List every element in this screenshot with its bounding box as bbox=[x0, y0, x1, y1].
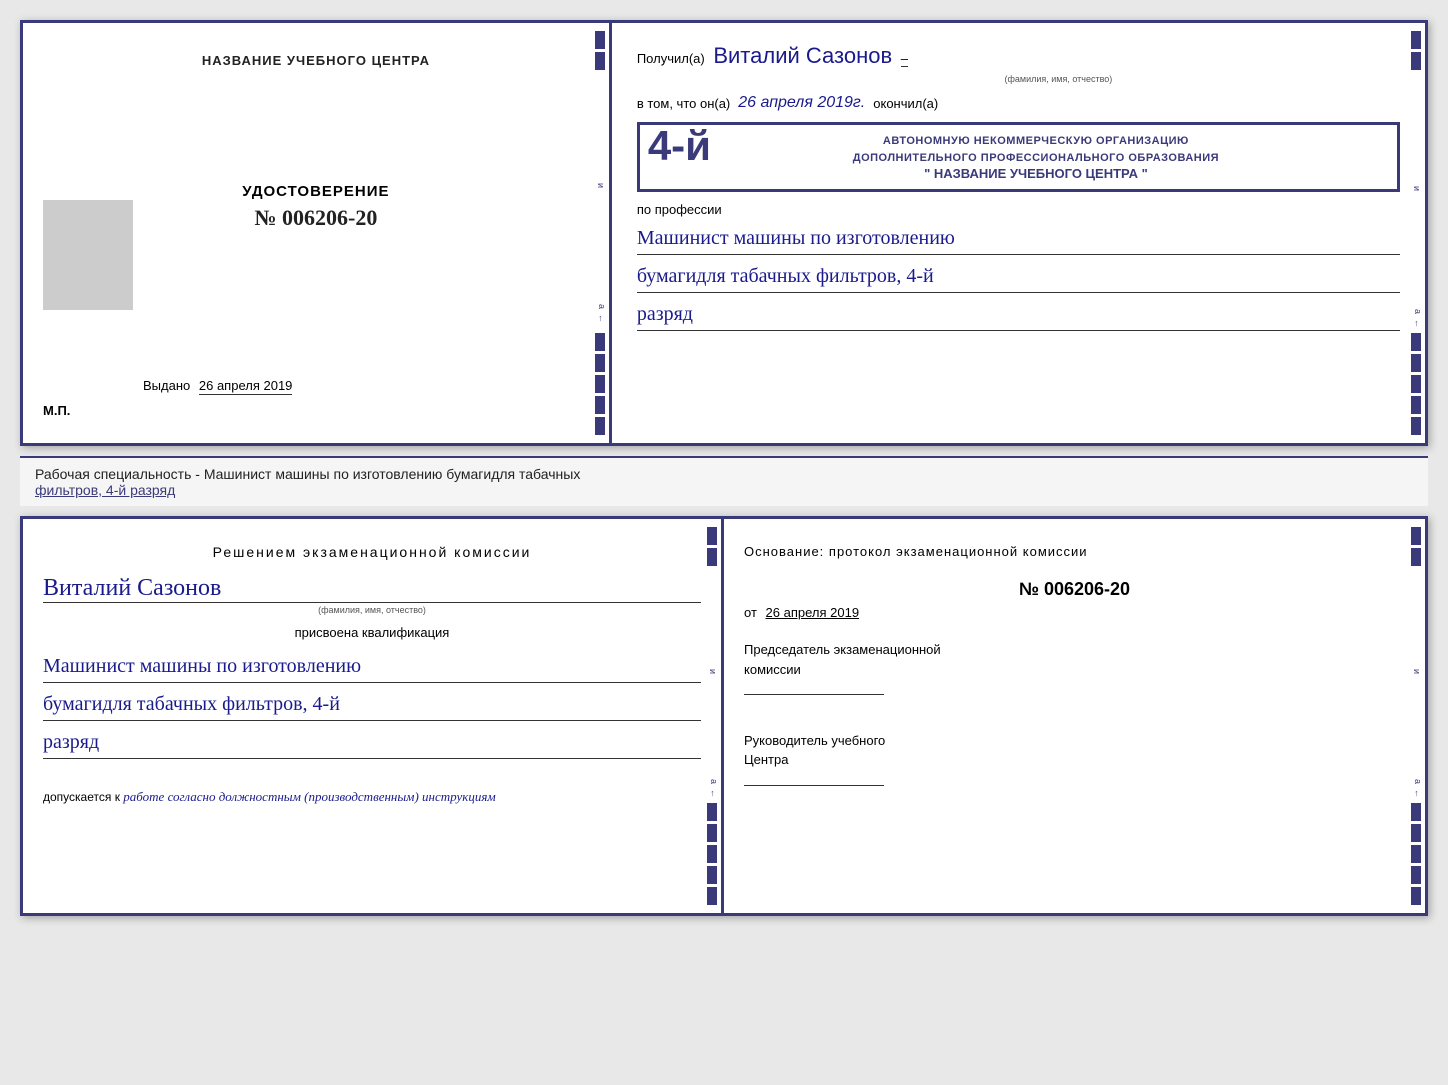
vydano-line: Выдано 26 апреля 2019 bbox=[143, 378, 589, 393]
dopuskaetsya-line: допускается к работе согласно должностны… bbox=[43, 789, 701, 805]
dopusk-prefix: допускается к bbox=[43, 790, 120, 804]
po-professii-label: по профессии bbox=[637, 202, 1400, 217]
chairman-label: Председатель экзаменационной комиссии bbox=[744, 640, 1405, 701]
stamp-text-line4: " НАЗВАНИЕ УЧЕБНОГО ЦЕНТРА " bbox=[687, 166, 1385, 181]
profession-line2: бумагидля табачных фильтров, 4-й bbox=[637, 260, 1400, 293]
specialty-line2: фильтров, 4-й разряд bbox=[35, 482, 1413, 498]
bottom-fio-subtitle: (фамилия, имя, отчество) bbox=[43, 605, 701, 615]
cert-right-page: Получил(а) Виталий Сазонов – (фамилия, и… bbox=[612, 23, 1425, 443]
cert-left-page: НАЗВАНИЕ УЧЕБНОГО ЦЕНТРА УДОСТОВЕРЕНИЕ №… bbox=[23, 23, 612, 443]
ot-date-line: от 26 апреля 2019 bbox=[744, 605, 1405, 620]
training-center-title: НАЗВАНИЕ УЧЕБНОГО ЦЕНТРА bbox=[202, 53, 430, 68]
chairman-line1: Председатель экзаменационной bbox=[744, 640, 1405, 660]
bottom-left-page: Решением экзаменационной комиссии Витали… bbox=[23, 519, 724, 913]
rukovoditel-label: Руководитель учебного Центра bbox=[744, 731, 1405, 792]
vydano-date: 26 апреля 2019 bbox=[199, 378, 293, 395]
photo-placeholder bbox=[43, 200, 133, 310]
rukovoditel-line2: Центра bbox=[744, 750, 1405, 770]
udostoverenie-label: УДОСТОВЕРЕНИЕ bbox=[242, 183, 389, 200]
fio-subtitle-top: (фамилия, имя, отчество) bbox=[717, 74, 1400, 84]
chairman-line2: комиссии bbox=[744, 660, 1405, 680]
qualification-line1: Машинист машины по изготовлению bbox=[43, 650, 701, 683]
resheniem-title: Решением экзаменационной комиссии bbox=[43, 544, 701, 560]
rukovoditel-signature bbox=[744, 785, 884, 786]
poluchil-prefix: Получил(а) bbox=[637, 51, 705, 66]
specialty-line1: Рабочая специальность - Машинист машины … bbox=[35, 466, 1413, 482]
osnovanie-text: Основание: протокол экзаменационной коми… bbox=[744, 544, 1405, 559]
prisvoena-label: присвоена квалификация bbox=[43, 625, 701, 640]
okonchil: окончил(а) bbox=[873, 96, 938, 111]
qualification-line3: разряд bbox=[43, 726, 701, 759]
bottom-fio: Виталий Сазонов bbox=[43, 575, 701, 603]
mp-label: М.П. bbox=[43, 403, 70, 418]
dopusk-text: работе согласно должностным (производств… bbox=[123, 789, 495, 804]
specialty-bar: Рабочая специальность - Машинист машины … bbox=[20, 456, 1428, 506]
protocol-number: № 006206-20 bbox=[744, 579, 1405, 600]
poluchil-line: Получил(а) Виталий Сазонов – bbox=[637, 43, 1400, 69]
vtom-prefix: в том, что он(а) bbox=[637, 96, 730, 111]
bottom-certificate: Решением экзаменационной комиссии Витали… bbox=[20, 516, 1428, 916]
stamp-box: 4-й АВТОНОМНУЮ НЕКОММЕРЧЕСКУЮ ОРГАНИЗАЦИ… bbox=[637, 122, 1400, 192]
page-wrapper: НАЗВАНИЕ УЧЕБНОГО ЦЕНТРА УДОСТОВЕРЕНИЕ №… bbox=[20, 20, 1428, 916]
profession-line1: Машинист машины по изготовлению bbox=[637, 222, 1400, 255]
stamp-big-number: 4-й bbox=[648, 125, 711, 167]
rukovoditel-line1: Руководитель учебного bbox=[744, 731, 1405, 751]
chairman-signature bbox=[744, 694, 884, 695]
profession-line3: разряд bbox=[637, 298, 1400, 331]
ot-date: 26 апреля 2019 bbox=[766, 605, 860, 620]
stamp-text-line3: ДОПОЛНИТЕЛЬНОГО ПРОФЕССИОНАЛЬНОГО ОБРАЗО… bbox=[687, 150, 1385, 167]
cert-number: № 006206-20 bbox=[242, 205, 389, 231]
stamp-text-line2: АВТОНОМНУЮ НЕКОММЕРЧЕСКУЮ ОРГАНИЗАЦИЮ bbox=[687, 133, 1385, 150]
recipient-fio: Виталий Сазонов bbox=[713, 43, 892, 68]
vydano-label: Выдано bbox=[143, 378, 190, 393]
bottom-right-page: Основание: протокол экзаменационной коми… bbox=[724, 519, 1425, 913]
ot-prefix: от bbox=[744, 605, 757, 620]
top-certificate: НАЗВАНИЕ УЧЕБНОГО ЦЕНТРА УДОСТОВЕРЕНИЕ №… bbox=[20, 20, 1428, 446]
qualification-line2: бумагидля табачных фильтров, 4-й bbox=[43, 688, 701, 721]
vtom-line: в том, что он(а) 26 апреля 2019г. окончи… bbox=[637, 94, 1400, 112]
vtom-date: 26 апреля 2019г. bbox=[738, 94, 865, 112]
